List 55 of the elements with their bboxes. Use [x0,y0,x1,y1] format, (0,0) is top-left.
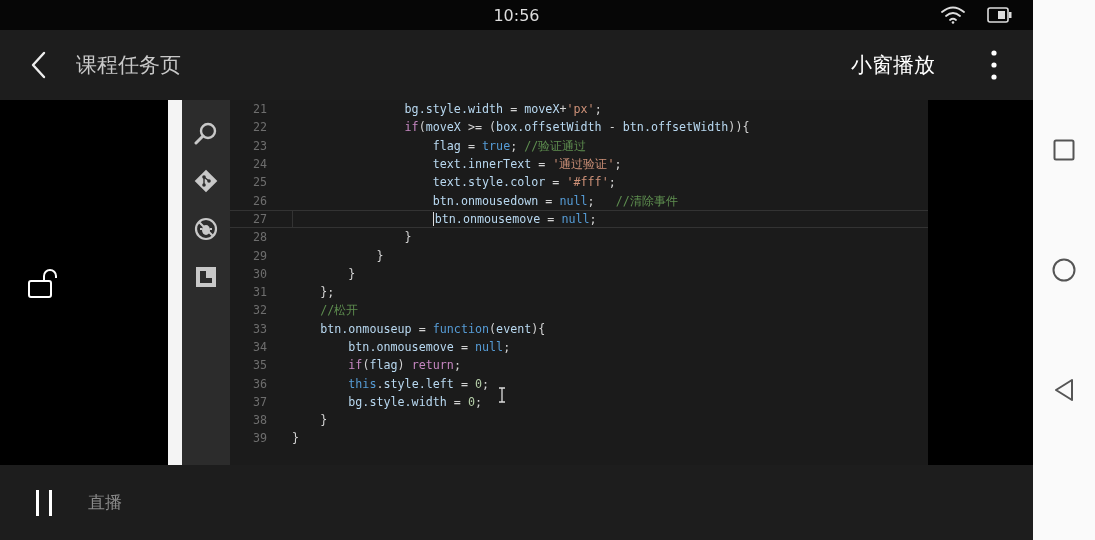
back-nav-icon[interactable] [1054,378,1074,402]
text-cursor-icon [498,387,506,403]
code-line: } [375,247,384,264]
status-time: 10:56 [493,5,540,25]
pause-icon[interactable] [34,487,54,518]
page-title: 课程任务页 [76,52,181,79]
code-line: } [347,265,356,282]
line-number: 24 [251,157,267,172]
debug-icon[interactable] [194,217,218,241]
line-number: 26 [251,193,267,208]
line-number: 37 [251,394,267,409]
code-line: text.style.color = '#fff'; [431,174,616,191]
code-line: this.style.left = 0; [347,375,490,392]
battery-icon [987,7,1013,23]
line-number: 35 [251,358,267,373]
code-line: } [319,412,328,429]
code-line: }; [319,284,335,301]
code-line: } [292,430,300,447]
line-number: 25 [251,175,267,190]
line-number: 27 [251,211,267,226]
line-number: 39 [251,431,267,446]
search-icon[interactable] [194,121,218,145]
line-number: 21 [251,102,267,117]
line-number: 29 [251,248,267,263]
line-number: 33 [251,321,267,336]
line-number: 34 [251,340,267,354]
unlocked-padlock-icon[interactable] [28,267,58,298]
code-line: text.innerText = '通过验证'; [431,156,622,173]
line-number: 22 [251,120,267,135]
line-number: 36 [251,376,267,391]
code-line: btn.onmousemove = null; [347,339,511,355]
line-number: 31 [251,285,267,300]
line-number: 32 [251,303,267,318]
code-line: btn.onmousedown = null; //清除事件 [431,192,678,209]
code-line: btn.onmouseup = function(event){ [319,320,546,337]
extensions-icon[interactable] [194,265,218,289]
code-line: //松开 [319,302,359,319]
line-number: 23 [251,138,267,153]
back-icon[interactable] [30,51,46,79]
more-icon[interactable] [991,50,997,80]
line-number: 38 [251,413,267,428]
line-number: 30 [251,266,267,281]
code-line: } [403,229,412,246]
line-number: 28 [251,230,267,245]
code-line: flag = true; //验证通过 [431,137,587,154]
code-line: btn.onmousemove = null; [431,210,597,227]
code-line: if(moveX >= (box.offsetWidth - btn.offsetWidth)){ [403,119,750,136]
code-line: bg.style.width = moveX+'px'; [403,101,602,118]
code-line: if(flag) return; [347,357,461,374]
live-label: 直播 [88,491,122,514]
wifi-icon [941,6,965,24]
home-icon[interactable] [1052,257,1076,282]
mini-window-button[interactable]: 小窗播放 [851,51,935,79]
code-line: bg.style.width = 0; [347,393,483,410]
recents-icon[interactable] [1053,139,1075,161]
